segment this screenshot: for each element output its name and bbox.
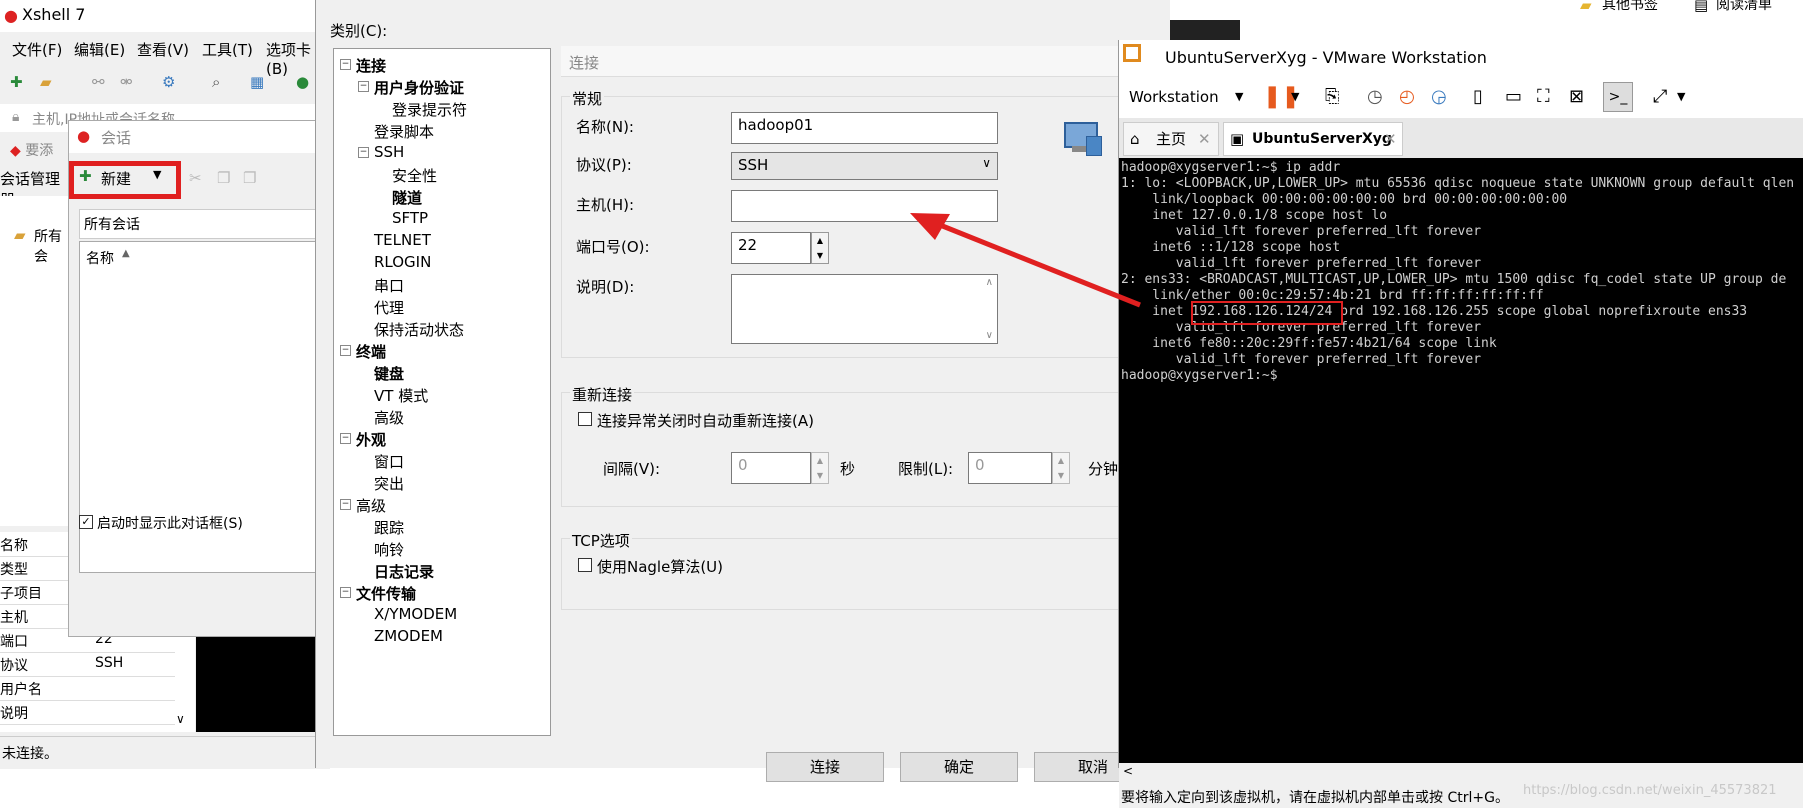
arrow-line <box>939 222 1141 308</box>
watermark: https://blog.csdn.net/weixin_45573821 <box>1523 783 1777 798</box>
vmware-statusbar: 要将输入定向到该虚拟机，请在虚拟机内部单击或按 Ctrl+G。 https://… <box>1119 783 1803 808</box>
vm-status-text: 要将输入定向到该虚拟机，请在虚拟机内部单击或按 Ctrl+G。 <box>1121 790 1509 806</box>
annotation-arrow <box>910 213 1141 308</box>
